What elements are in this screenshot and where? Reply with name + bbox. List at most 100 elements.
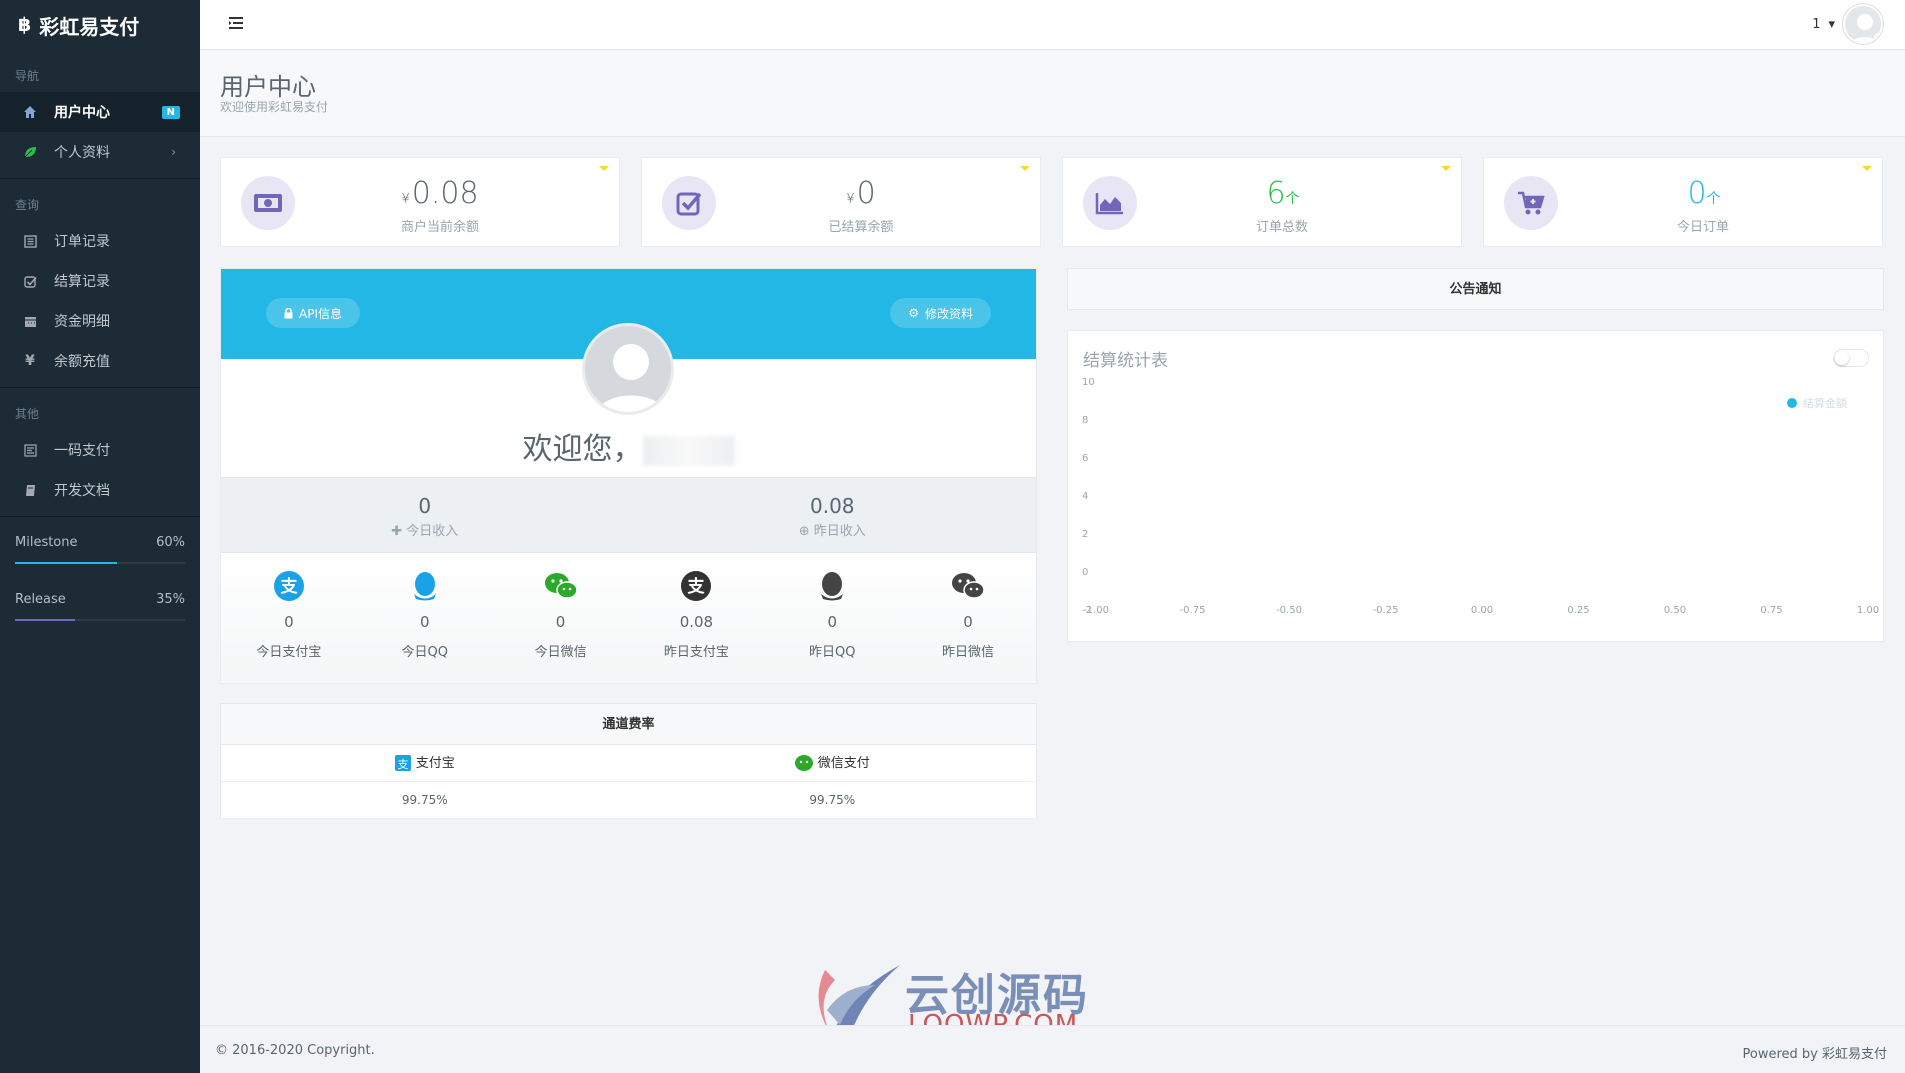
blurred-username bbox=[642, 435, 735, 466]
qq-icon bbox=[815, 569, 849, 603]
sidebar-item-orders[interactable]: 订单记录 bbox=[0, 221, 200, 261]
sidebar-item-recharge[interactable]: ¥ 余额充值 bbox=[0, 341, 200, 381]
sidebar-item-label: 一码支付 bbox=[54, 443, 110, 459]
yesterday-income-label: 昨日收入 bbox=[813, 524, 866, 539]
sidebar-item-label: 订单记录 bbox=[54, 234, 110, 250]
wechat-pay-icon bbox=[794, 755, 813, 771]
page-subtitle: 欢迎使用彩虹易支付 bbox=[220, 100, 329, 114]
stat-label: 已结算余额 bbox=[828, 220, 894, 235]
y-tick-label: 4 bbox=[1082, 491, 1088, 502]
alipay-rate: 99.75% bbox=[401, 792, 448, 807]
corner-marker bbox=[1441, 166, 1451, 171]
stat-number: 0.08 bbox=[411, 176, 479, 211]
sidebar-item-qrpay[interactable]: 一码支付 bbox=[0, 430, 200, 470]
nav-group-label: 其他 bbox=[15, 407, 40, 421]
svg-text:支: 支 bbox=[688, 576, 706, 597]
pay-stat: 0 昨日QQ bbox=[764, 553, 900, 681]
wechat-rate: 99.75% bbox=[809, 792, 856, 807]
calendar-icon bbox=[22, 313, 38, 329]
profile-panel: API信息 ⚙ 修改资料 欢迎您， 0 ✚ 今日收入 0.08 ⊕ 昨日收入 支… bbox=[220, 268, 1037, 684]
brand[interactable]: ฿ 彩虹易支付 bbox=[0, 0, 200, 50]
chart-title: 结算统计表 bbox=[1083, 351, 1168, 371]
pay-label: 昨日支付宝 bbox=[663, 645, 729, 660]
stat-label: 商户当前余额 bbox=[400, 220, 479, 235]
sidebar-item-label: 资金明细 bbox=[54, 314, 110, 330]
stat-label: 订单总数 bbox=[1255, 220, 1308, 235]
release-progress: Release 35% bbox=[0, 592, 200, 621]
progress-track bbox=[15, 619, 185, 621]
currency-symbol: ¥ bbox=[401, 192, 410, 207]
api-info-button[interactable]: API信息 bbox=[266, 298, 360, 328]
corner-marker bbox=[599, 166, 609, 171]
list-icon bbox=[22, 233, 38, 249]
welcome-text: 欢迎您， bbox=[221, 424, 1036, 468]
sidebar-item-settlements[interactable]: 结算记录 bbox=[0, 261, 200, 301]
corner-marker bbox=[1862, 166, 1872, 171]
table-cell: 微信支付 bbox=[629, 745, 1037, 781]
sidebar-item-label: 开发文档 bbox=[54, 483, 110, 499]
stat-unit: 个 bbox=[1706, 191, 1721, 207]
gear-icon: ⚙ bbox=[908, 306, 919, 320]
settlement-chart-panel: 结算统计表 10 8 6 4 2 0 -2 -1.00 -0.75 -0.50 -0.25 0.00 0… bbox=[1067, 330, 1884, 642]
user-menu[interactable]: 1 ▾ bbox=[1812, 4, 1883, 44]
edit-profile-button[interactable]: ⚙ 修改资料 bbox=[890, 298, 991, 328]
sidebar-item-user-center[interactable]: 用户中心 N bbox=[0, 92, 200, 132]
plus-icon: ✚ bbox=[391, 524, 407, 539]
book-icon bbox=[22, 482, 38, 498]
check-square-icon bbox=[22, 273, 38, 289]
pay-label: 今日支付宝 bbox=[256, 645, 322, 660]
milestone-progress: Milestone 60% bbox=[0, 535, 200, 564]
new-badge: N bbox=[161, 105, 180, 119]
stat-value: 6个 bbox=[1063, 176, 1461, 211]
table-row: 99.75% 99.75% bbox=[221, 782, 1036, 819]
yesterday-income-label-wrap: ⊕ 昨日收入 bbox=[629, 520, 1037, 539]
pay-value: 0 bbox=[963, 613, 973, 631]
x-tick-label: -0.75 bbox=[1180, 605, 1206, 616]
stat-unit: 个 bbox=[1285, 191, 1300, 207]
menu-toggle-icon[interactable] bbox=[228, 16, 246, 32]
api-info-label: API信息 bbox=[299, 306, 342, 321]
pay-value: 0 bbox=[827, 613, 837, 631]
stat-card-settled: ¥0 已结算余额 bbox=[641, 157, 1041, 247]
corner-marker bbox=[1020, 166, 1030, 171]
stat-number: 0 bbox=[1687, 176, 1707, 211]
sidebar-item-profile[interactable]: 个人资料 › bbox=[0, 132, 200, 172]
table-cell: 支 支付宝 bbox=[221, 745, 629, 781]
x-tick-label: -0.25 bbox=[1373, 605, 1399, 616]
stat-number: 0 bbox=[856, 176, 876, 211]
nav-group-label: 查询 bbox=[15, 198, 40, 212]
svg-text:支: 支 bbox=[397, 758, 408, 771]
legend-marker bbox=[1787, 398, 1797, 408]
chevron-right-icon: › bbox=[171, 145, 176, 159]
sidebar-item-label: 结算记录 bbox=[54, 274, 110, 290]
sidebar-item-docs[interactable]: 开发文档 bbox=[0, 470, 200, 510]
pay-stat: 支 0 今日支付宝 bbox=[221, 553, 357, 681]
sidebar-item-label: 用户中心 bbox=[54, 105, 110, 121]
divider bbox=[0, 516, 200, 517]
progress-track bbox=[15, 562, 185, 564]
notice-panel-title[interactable]: 公告通知 bbox=[1067, 268, 1884, 310]
wechat-icon bbox=[544, 569, 578, 603]
currency-symbol: ¥ bbox=[846, 192, 855, 207]
today-income-label-wrap: ✚ 今日收入 bbox=[221, 520, 629, 539]
legend-label[interactable]: 结算金额 bbox=[1803, 396, 1847, 410]
stat-value: ¥0.08 bbox=[221, 176, 619, 211]
x-tick-label: 0.00 bbox=[1471, 605, 1493, 616]
sidebar-item-funds[interactable]: 资金明细 bbox=[0, 301, 200, 341]
alipay-label: 支付宝 bbox=[415, 755, 455, 771]
y-tick-label: 6 bbox=[1082, 453, 1088, 464]
wechat-icon bbox=[951, 569, 985, 603]
chart-toggle-switch[interactable] bbox=[1833, 349, 1869, 367]
stat-number: 6 bbox=[1266, 176, 1286, 211]
y-tick-label: 10 bbox=[1082, 377, 1095, 388]
pay-value: 0 bbox=[555, 613, 566, 631]
stat-label: 今日订单 bbox=[1676, 220, 1729, 235]
y-tick-label: 8 bbox=[1082, 415, 1088, 426]
sidebar-item-label: 余额充值 bbox=[54, 354, 110, 370]
y-tick-label: 0 bbox=[1082, 567, 1088, 578]
qq-icon bbox=[408, 569, 442, 603]
avatar[interactable] bbox=[1843, 4, 1883, 44]
alipay-icon: 支 bbox=[272, 569, 306, 603]
pay-value: 0.08 bbox=[679, 613, 714, 631]
page-head: 用户中心 欢迎使用彩虹易支付 bbox=[200, 51, 1905, 137]
